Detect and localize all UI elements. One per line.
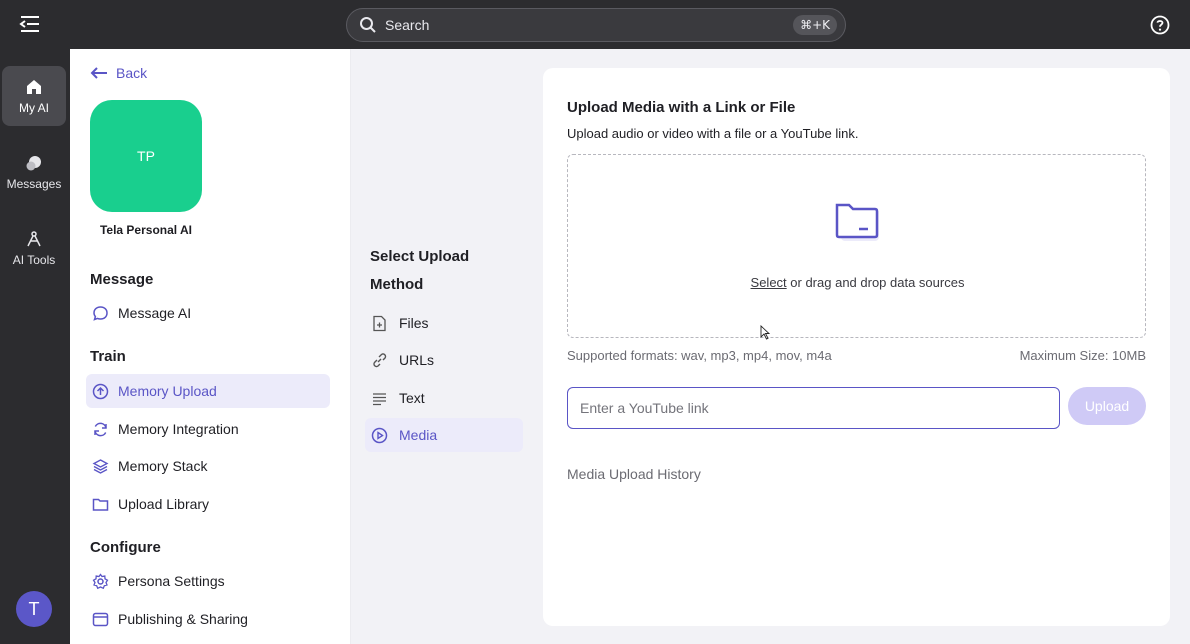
nav-item-memory-upload[interactable]: Memory Upload <box>86 374 330 408</box>
section-heading-message: Message <box>90 271 154 288</box>
rail-item-label: AI Tools <box>12 252 56 267</box>
ai-avatar[interactable]: TP <box>90 100 202 212</box>
nav-item-upload-library[interactable]: Upload Library <box>86 487 330 521</box>
folder-icon <box>92 498 109 511</box>
back-link[interactable]: Back <box>90 65 147 81</box>
gear-icon <box>92 572 109 589</box>
nav-item-message-ai[interactable]: Message AI <box>86 296 330 330</box>
link-icon <box>373 352 387 367</box>
arrow-left-icon <box>90 67 107 79</box>
ai-name: Tela Personal AI <box>99 223 193 237</box>
dropzone-text: Select or drag and drop data sources <box>568 275 1147 290</box>
nav-item-label: Memory Stack <box>118 458 208 474</box>
nav-item-label: Message AI <box>118 305 192 321</box>
method-label: Text <box>399 390 425 406</box>
section-heading-configure: Configure <box>90 539 161 556</box>
method-label: Media <box>399 427 438 443</box>
youtube-link-input[interactable] <box>567 387 1060 429</box>
nav-item-persona-settings[interactable]: Persona Settings <box>86 564 330 598</box>
top-bar: Search ⌘+K <box>0 0 1190 49</box>
card-title: Upload Media with a Link or File <box>567 99 796 116</box>
upload-method-panel: Select Upload Method Files URLs Text Med… <box>351 49 541 644</box>
search-bar[interactable]: Search ⌘+K <box>346 8 846 42</box>
upload-media-card: Upload Media with a Link or File Upload … <box>543 68 1170 626</box>
text-lines-icon <box>373 392 386 405</box>
search-icon <box>359 16 377 34</box>
sidebar-toggle-icon[interactable] <box>17 13 43 35</box>
card-subtitle: Upload audio or video with a file or a Y… <box>567 126 859 141</box>
ai-settings-nav: Back TP Tela Personal AI Message Message… <box>70 49 351 644</box>
method-text[interactable]: Text <box>365 381 523 415</box>
rail-item-label: Messages <box>6 176 62 191</box>
nav-item-label: Memory Upload <box>118 383 217 399</box>
rail-item-messages[interactable]: Messages <box>2 142 66 202</box>
user-avatar[interactable]: T <box>16 591 52 627</box>
help-icon[interactable] <box>1150 15 1170 35</box>
file-add-icon <box>373 315 386 331</box>
folder-icon <box>835 203 879 241</box>
rail-item-ai-tools[interactable]: AI Tools <box>2 218 66 278</box>
search-shortcut-badge: ⌘+K <box>793 15 837 35</box>
rail-item-my-ai[interactable]: My AI <box>2 66 66 126</box>
mouse-pointer-icon <box>760 325 770 340</box>
layers-icon <box>92 458 109 474</box>
upload-button[interactable]: Upload <box>1068 387 1146 425</box>
nav-item-label: Publishing & Sharing <box>118 611 248 627</box>
method-files[interactable]: Files <box>365 306 523 340</box>
file-dropzone[interactable]: Select or drag and drop data sources <box>567 154 1146 338</box>
media-upload-history-heading: Media Upload History <box>567 466 701 482</box>
method-urls[interactable]: URLs <box>365 343 523 377</box>
supported-formats: Supported formats: wav, mp3, mp4, mov, m… <box>567 348 832 363</box>
back-label: Back <box>116 65 148 81</box>
home-icon <box>27 79 41 94</box>
method-label: URLs <box>399 352 435 368</box>
sync-icon <box>94 422 107 436</box>
max-size: Maximum Size: 10MB <box>1019 348 1146 363</box>
method-label: Files <box>399 315 429 331</box>
chat-bubble-icon <box>93 305 108 321</box>
nav-item-memory-integration[interactable]: Memory Integration <box>86 412 330 446</box>
nav-item-memory-stack[interactable]: Memory Stack <box>86 449 330 483</box>
browser-window-icon <box>92 612 109 626</box>
select-file-link[interactable]: Select <box>751 275 787 290</box>
upload-circle-icon <box>92 383 109 399</box>
section-heading-train: Train <box>90 348 126 365</box>
app-rail: My AI Messages AI Tools <box>0 49 70 644</box>
nav-item-publishing-sharing[interactable]: Publishing & Sharing <box>86 602 330 636</box>
rail-item-label: My AI <box>18 100 49 115</box>
messages-icon <box>26 155 41 170</box>
ai-tools-icon <box>27 230 41 246</box>
dropzone-hint: or drag and drop data sources <box>786 275 965 290</box>
nav-item-label: Upload Library <box>118 496 210 512</box>
nav-item-label: Memory Integration <box>118 421 239 437</box>
search-label: Search <box>385 17 430 33</box>
play-circle-icon <box>371 427 388 443</box>
upload-method-title: Select Upload Method <box>370 248 470 293</box>
nav-item-label: Persona Settings <box>118 573 225 589</box>
method-media[interactable]: Media <box>365 418 523 452</box>
